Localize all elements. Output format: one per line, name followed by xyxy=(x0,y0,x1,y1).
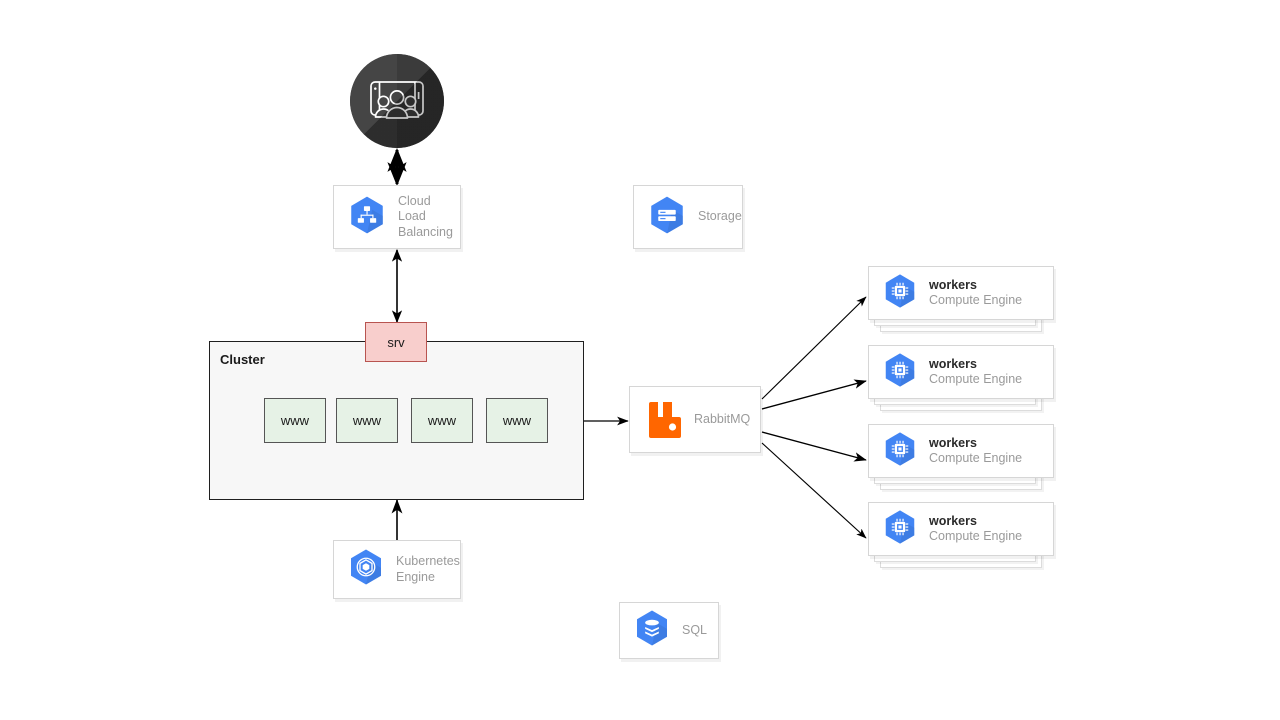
cluster-label: Cluster xyxy=(220,352,265,367)
www-label-1: www xyxy=(280,413,310,428)
compute-engine-icon xyxy=(881,351,919,394)
kubernetes-engine-node[interactable]: Kubernetes Engine xyxy=(333,540,461,599)
worker-card-3[interactable]: workers Compute Engine xyxy=(868,424,1054,478)
www-node-2[interactable]: www xyxy=(336,398,398,443)
srv-node[interactable]: srv xyxy=(365,322,427,362)
worker-labels-1: workers Compute Engine xyxy=(929,278,1022,309)
www-label-2: www xyxy=(352,413,382,428)
worker-card-4[interactable]: workers Compute Engine xyxy=(868,502,1054,556)
kubernetes-engine-labels: Kubernetes Engine xyxy=(396,554,460,585)
sql-node[interactable]: SQL xyxy=(619,602,719,659)
storage-node[interactable]: Storage xyxy=(633,185,743,249)
cloud-load-balancing-label: Cloud Load Balancing xyxy=(398,194,453,239)
worker-labels-4: workers Compute Engine xyxy=(929,514,1022,545)
cloud-load-balancing-icon xyxy=(346,194,388,241)
diagram-canvas: Cloud Load Balancing Storage Cluster www… xyxy=(0,0,1280,720)
edge-rabbitmq-worker-2 xyxy=(761,379,867,410)
worker-card-1[interactable]: workers Compute Engine xyxy=(868,266,1054,320)
worker-service-3: Compute Engine xyxy=(929,451,1023,465)
worker-stack-2[interactable]: workers Compute Engine xyxy=(868,345,1054,421)
compute-engine-icon xyxy=(881,508,919,551)
storage-label: Storage xyxy=(698,209,742,224)
worker-labels-2: workers Compute Engine xyxy=(929,357,1022,388)
worker-labels-3: workers Compute Engine xyxy=(929,436,1022,467)
worker-name-3: workers xyxy=(929,435,977,450)
cloud-sql-icon xyxy=(632,608,672,653)
rabbitmq-node[interactable]: RabbitMQ xyxy=(629,386,761,453)
worker-stack-3[interactable]: workers Compute Engine xyxy=(868,424,1054,500)
www-node-1[interactable]: www xyxy=(264,398,326,443)
storage-labels: Storage xyxy=(698,209,742,224)
worker-service-4: Compute Engine xyxy=(929,529,1023,543)
www-label-4: www xyxy=(502,413,532,428)
worker-card-2[interactable]: workers Compute Engine xyxy=(868,345,1054,399)
sql-label: SQL xyxy=(682,622,708,637)
rabbitmq-labels: RabbitMQ xyxy=(694,412,750,427)
worker-name-2: workers xyxy=(929,356,977,371)
users-node[interactable] xyxy=(350,54,444,148)
kubernetes-engine-icon xyxy=(346,547,386,592)
rabbitmq-label: RabbitMQ xyxy=(694,411,751,426)
worker-stack-4[interactable]: workers Compute Engine xyxy=(868,502,1054,578)
worker-service-2: Compute Engine xyxy=(929,372,1023,386)
compute-engine-icon xyxy=(881,272,919,315)
users-circle-shade xyxy=(350,54,444,148)
www-node-4[interactable]: www xyxy=(486,398,548,443)
edge-rabbitmq-worker-1 xyxy=(761,296,867,400)
worker-stack-1[interactable]: workers Compute Engine xyxy=(868,266,1054,342)
worker-name-1: workers xyxy=(929,277,977,292)
srv-label: srv xyxy=(387,334,405,350)
worker-service-1: Compute Engine xyxy=(929,293,1023,307)
www-label-3: www xyxy=(427,413,457,428)
worker-name-4: workers xyxy=(929,513,977,528)
compute-engine-icon xyxy=(881,430,919,473)
edge-rabbitmq-worker-3 xyxy=(761,431,867,462)
edge-rabbitmq-worker-4 xyxy=(761,442,867,539)
rabbitmq-icon xyxy=(642,400,684,440)
cloud-storage-icon xyxy=(646,194,688,241)
sql-labels: SQL xyxy=(682,623,707,638)
cloud-load-balancing-labels: Cloud Load Balancing xyxy=(398,194,453,240)
cloud-load-balancing-node[interactable]: Cloud Load Balancing xyxy=(333,185,461,249)
www-node-3[interactable]: www xyxy=(411,398,473,443)
kubernetes-engine-label: Kubernetes Engine xyxy=(396,554,460,584)
